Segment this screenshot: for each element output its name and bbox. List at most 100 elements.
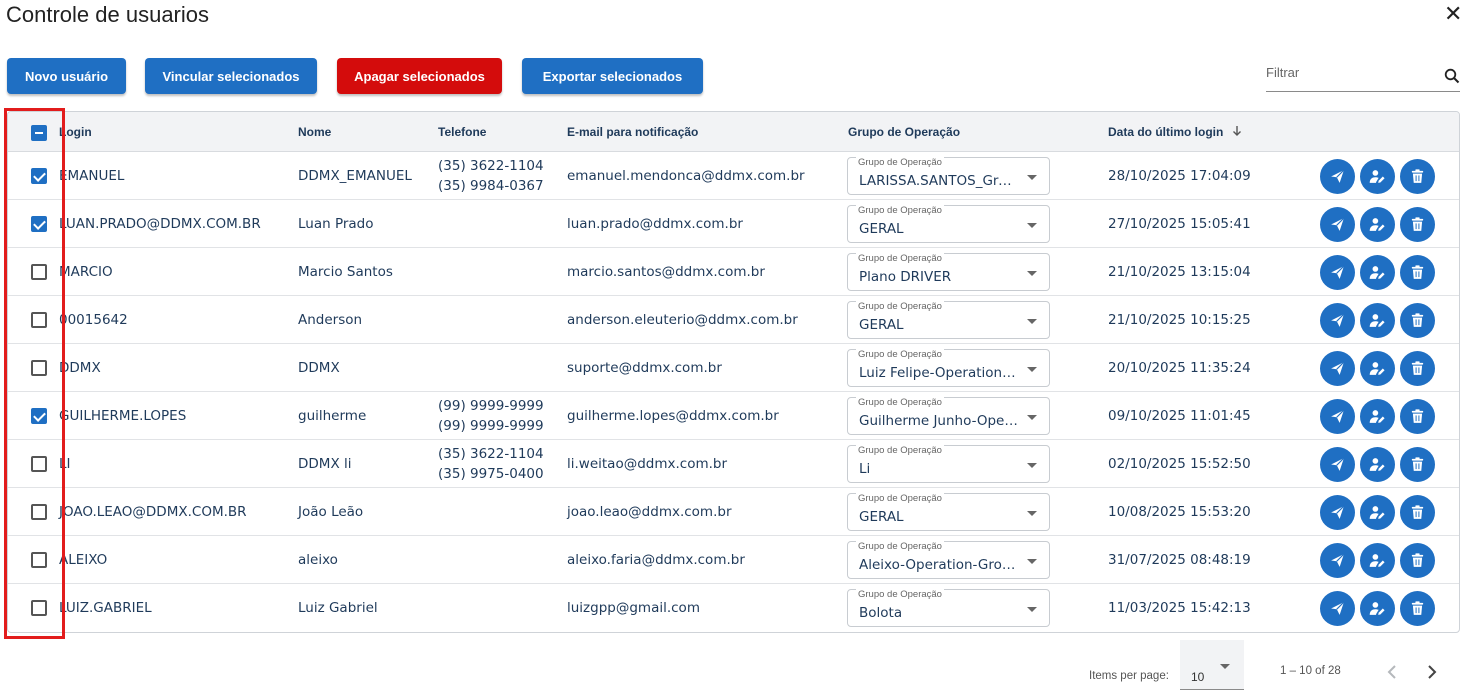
send-icon: [1331, 505, 1345, 519]
send-icon: [1331, 553, 1345, 567]
login-cell: JOAO.LEAO@DDMX.COM.BR: [59, 504, 247, 520]
close-icon[interactable]: ✕: [1444, 4, 1462, 26]
group-select-label: Grupo de Operação: [856, 541, 944, 553]
edit-user-icon: [1369, 314, 1385, 327]
column-data[interactable]: Data do último login: [1108, 112, 1243, 152]
name-cell: Anderson: [298, 312, 363, 328]
search-icon[interactable]: [1444, 68, 1460, 84]
group-select-value: LARISSA.SANTOS_Group: [859, 173, 1019, 189]
send-button[interactable]: [1320, 255, 1355, 290]
edit-user-button[interactable]: [1360, 399, 1395, 434]
column-grupo[interactable]: Grupo de Operação: [848, 112, 960, 152]
row-checkbox[interactable]: [31, 216, 47, 232]
group-select-label: Grupo de Operação: [856, 253, 944, 265]
trash-button[interactable]: [1400, 351, 1435, 386]
send-button[interactable]: [1320, 207, 1355, 242]
phone-cell: (35) 3622-1104 (35) 9984-0367: [438, 156, 544, 196]
last-login-cell: 27/10/2025 15:05:41: [1108, 216, 1251, 232]
row-checkbox[interactable]: [31, 168, 47, 184]
page-size-select[interactable]: 10: [1180, 640, 1244, 690]
login-cell: LUIZ.GABRIEL: [59, 600, 152, 616]
edit-user-button[interactable]: [1360, 303, 1395, 338]
phone-number: (35) 3622-1104: [438, 158, 544, 174]
column-telefone[interactable]: Telefone: [438, 112, 486, 152]
group-select[interactable]: Grupo de Operação GERAL: [847, 301, 1050, 339]
group-select[interactable]: Grupo de Operação Aleixo-Operation-Group: [847, 541, 1050, 579]
send-button[interactable]: [1320, 543, 1355, 578]
trash-button[interactable]: [1400, 447, 1435, 482]
group-select[interactable]: Grupo de Operação GERAL: [847, 205, 1050, 243]
chevron-down-icon: [1027, 223, 1037, 228]
send-button[interactable]: [1320, 159, 1355, 194]
export-selected-button[interactable]: Exportar selecionados: [522, 58, 703, 94]
delete-selected-button[interactable]: Apagar selecionados: [337, 58, 502, 94]
edit-user-button[interactable]: [1360, 591, 1395, 626]
trash-button[interactable]: [1400, 303, 1435, 338]
trash-button[interactable]: [1400, 255, 1435, 290]
link-selected-button[interactable]: Vincular selecionados: [145, 58, 317, 94]
new-user-button[interactable]: Novo usuário: [7, 58, 126, 94]
select-all-checkbox[interactable]: [31, 125, 47, 141]
trash-button[interactable]: [1400, 591, 1435, 626]
send-button[interactable]: [1320, 495, 1355, 530]
chevron-down-icon: [1027, 511, 1037, 516]
edit-user-button[interactable]: [1360, 447, 1395, 482]
send-icon: [1331, 313, 1345, 327]
edit-user-icon: [1369, 266, 1385, 279]
row-checkbox[interactable]: [31, 504, 47, 520]
name-cell: Luan Prado: [298, 216, 374, 232]
login-cell: LI: [59, 456, 71, 472]
send-button[interactable]: [1320, 303, 1355, 338]
chevron-down-icon: [1027, 607, 1037, 612]
column-nome[interactable]: Nome: [298, 112, 331, 152]
next-page-icon[interactable]: [1420, 660, 1444, 684]
row-checkbox[interactable]: [31, 552, 47, 568]
row-checkbox[interactable]: [31, 600, 47, 616]
group-select[interactable]: Grupo de Operação GERAL: [847, 493, 1050, 531]
sort-arrow-down-icon: [1232, 126, 1241, 136]
chevron-down-icon: [1027, 175, 1037, 180]
edit-user-button[interactable]: [1360, 495, 1395, 530]
filter-input[interactable]: [1266, 58, 1436, 86]
row-checkbox[interactable]: [31, 456, 47, 472]
edit-user-button[interactable]: [1360, 207, 1395, 242]
previous-page-icon[interactable]: [1380, 660, 1404, 684]
edit-user-button[interactable]: [1360, 543, 1395, 578]
email-cell: aleixo.faria@ddmx.com.br: [567, 552, 745, 568]
edit-user-icon: [1369, 506, 1385, 519]
column-data-label: Data do último login: [1108, 125, 1224, 139]
column-email[interactable]: E-mail para notificação: [567, 112, 698, 152]
trash-button[interactable]: [1400, 159, 1435, 194]
column-login[interactable]: Login: [59, 112, 92, 152]
group-select[interactable]: Grupo de Operação Guilherme Junho-Operati…: [847, 397, 1050, 435]
trash-button[interactable]: [1400, 399, 1435, 434]
login-cell: MARCIO: [59, 264, 113, 280]
row-checkbox[interactable]: [31, 408, 47, 424]
group-select[interactable]: Grupo de Operação Li: [847, 445, 1050, 483]
row-checkbox[interactable]: [31, 312, 47, 328]
phone-cell: (35) 3622-1104 (35) 9975-0400: [438, 444, 544, 484]
trash-button[interactable]: [1400, 543, 1435, 578]
group-select-value: Luiz Felipe-Operation-Group: [859, 365, 1019, 381]
group-select[interactable]: Grupo de Operação Bolota: [847, 589, 1050, 627]
send-button[interactable]: [1320, 447, 1355, 482]
trash-button[interactable]: [1400, 207, 1435, 242]
email-cell: emanuel.mendonca@ddmx.com.br: [567, 168, 805, 184]
row-checkbox[interactable]: [31, 264, 47, 280]
edit-user-button[interactable]: [1360, 255, 1395, 290]
send-button[interactable]: [1320, 351, 1355, 386]
login-cell: 00015642: [59, 312, 128, 328]
send-button[interactable]: [1320, 399, 1355, 434]
table-row: GUILHERME.LOPES guilherme (99) 9999-9999 (9…: [8, 392, 1459, 440]
edit-user-button[interactable]: [1360, 351, 1395, 386]
edit-user-icon: [1369, 458, 1385, 471]
row-checkbox[interactable]: [31, 360, 47, 376]
group-select[interactable]: Grupo de Operação LARISSA.SANTOS_Group: [847, 157, 1050, 195]
send-button[interactable]: [1320, 591, 1355, 626]
chevron-down-icon: [1027, 463, 1037, 468]
group-select[interactable]: Grupo de Operação Plano DRIVER: [847, 253, 1050, 291]
table-row: LUAN.PRADO@DDMX.COM.BR Luan Prado luan.pra…: [8, 200, 1459, 248]
group-select[interactable]: Grupo de Operação Luiz Felipe-Operation-G…: [847, 349, 1050, 387]
trash-button[interactable]: [1400, 495, 1435, 530]
edit-user-button[interactable]: [1360, 159, 1395, 194]
